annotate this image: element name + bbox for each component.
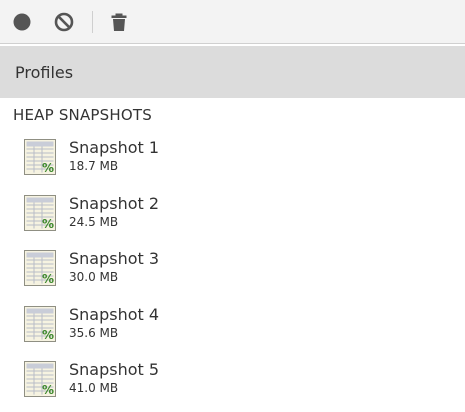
- record-icon: [13, 13, 31, 31]
- snapshot-name: Snapshot 2: [69, 193, 160, 213]
- snapshot-size: 35.6 MB: [69, 325, 119, 340]
- snapshot-name: Snapshot 4: [69, 304, 160, 324]
- clear-button[interactable]: [52, 10, 76, 34]
- svg-text:%: %: [42, 272, 54, 286]
- section-title-heap-snapshots: HEAP SNAPSHOTS: [13, 106, 152, 124]
- heap-snapshot-icon: %: [22, 360, 58, 398]
- snapshot-item-4[interactable]: % Snapshot 4 35.6 MB: [0, 301, 465, 357]
- snapshot-item-5[interactable]: % Snapshot 5 41.0 MB: [0, 356, 465, 412]
- snapshot-size: 30.0 MB: [69, 270, 119, 284]
- heap-snapshot-icon: %: [22, 305, 58, 343]
- snapshot-name: Snapshot 5: [69, 360, 160, 379]
- snapshot-size: 41.0 MB: [69, 381, 119, 395]
- snapshot-size: 24.5 MB: [69, 214, 119, 229]
- snapshot-item-2[interactable]: % Snapshot 2 24.5 MB: [0, 190, 465, 246]
- snapshot-list: % Snapshot 1 18.7 MB % Snapshot 2 24.5 M…: [0, 134, 465, 412]
- heap-snapshot-icon: %: [22, 194, 58, 232]
- delete-button[interactable]: [107, 10, 131, 34]
- heap-snapshot-icon: %: [22, 138, 58, 176]
- clear-icon: [54, 12, 74, 32]
- snapshot-item-3[interactable]: % Snapshot 3 30.0 MB: [0, 245, 465, 301]
- trash-icon: [111, 13, 127, 31]
- heap-snapshot-icon: %: [22, 249, 58, 287]
- snapshot-size: 18.7 MB: [69, 159, 119, 173]
- svg-text:%: %: [42, 217, 54, 231]
- svg-text:%: %: [42, 383, 54, 397]
- toolbar-separator: [92, 11, 93, 33]
- profiles-header: Profiles: [0, 46, 465, 98]
- snapshot-name: Snapshot 1: [69, 138, 160, 157]
- snapshot-name: Snapshot 3: [69, 249, 160, 268]
- profiles-title: Profiles: [15, 62, 74, 82]
- snapshot-item-1[interactable]: % Snapshot 1 18.7 MB: [0, 134, 465, 190]
- svg-text:%: %: [42, 328, 54, 342]
- toolbar: [0, 0, 465, 44]
- record-button[interactable]: [10, 10, 34, 34]
- svg-text:%: %: [42, 161, 54, 175]
